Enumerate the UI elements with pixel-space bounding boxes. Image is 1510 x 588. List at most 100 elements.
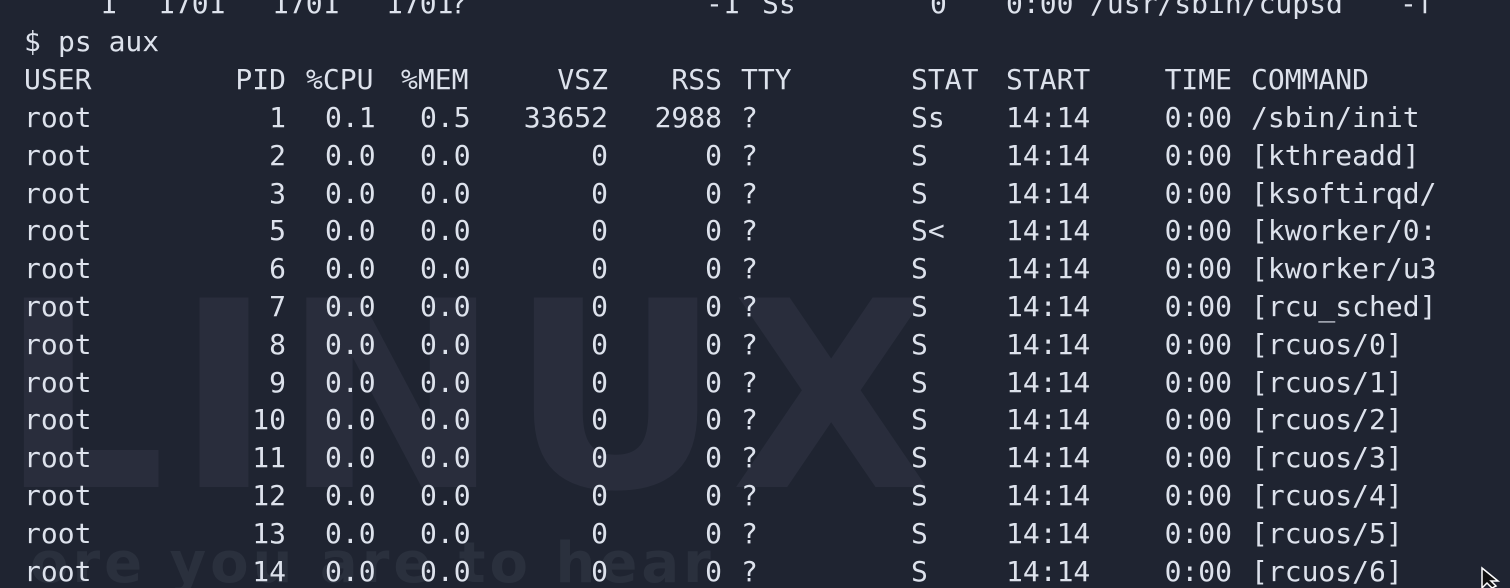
cell-stat: S (911, 176, 928, 210)
cell-command: [rcuos/6] (1251, 554, 1403, 588)
prev-tpgid: -1 (706, 0, 740, 20)
cell-tty: ? (741, 516, 758, 550)
table-row: root 11 0.0 0.0 0 0? S 14:14 0:00 [rcuos/3] (24, 440, 1510, 476)
cell-rss: 0 (705, 365, 722, 399)
table-row: root 13 0.0 0.0 0 0? S 14:14 0:00 [rcuos/5] (24, 516, 1510, 552)
cell-command: [kworker/u3 (1251, 252, 1437, 286)
cell-stat: S (911, 138, 928, 172)
header-rss: RSS (671, 63, 722, 96)
cell-mem: 0.0 (420, 214, 471, 248)
prev-tty: ? (450, 0, 467, 20)
cell-vsz: 0 (591, 214, 608, 248)
terminal-window[interactable]: LINUX ore you are to hear 1 1701 1701 17… (0, 0, 1510, 588)
cell-tty: ? (741, 479, 758, 512)
cell-rss: 0 (705, 403, 722, 437)
table-row: root 10 0.0 0.0 0 0? S 14:14 0:00 [rcuos/2] (24, 402, 1510, 438)
cell-mem: 0.0 (420, 479, 471, 512)
table-row: root 7 0.0 0.0 0 0? S 14:14 0:00 [rcu_sched] (24, 289, 1510, 325)
prompt-symbol: $ (24, 25, 41, 58)
cell-cpu: 0.0 (325, 441, 376, 475)
cell-user: root (24, 441, 92, 475)
prompt-line: $ ps aux (24, 24, 1510, 60)
cell-vsz: 0 (591, 479, 608, 512)
cell-command: [rcuos/0] (1251, 327, 1403, 361)
prev-uid2: 0 (930, 0, 947, 20)
cell-stat: S (911, 290, 928, 323)
cell-pid: 1 (269, 101, 286, 134)
cell-start: 14:14 (1006, 365, 1091, 399)
cell-mem: 0.0 (420, 252, 471, 286)
prev-sid: 1701 (272, 0, 340, 20)
cell-command: [kworker/0: (1251, 214, 1437, 248)
cell-cpu: 0.0 (325, 176, 376, 210)
cell-start: 14:14 (1006, 516, 1091, 550)
header-command: COMMAND (1251, 63, 1370, 96)
cell-pid: 13 (252, 516, 286, 550)
cell-user: root (24, 403, 92, 437)
table-row: root 3 0.0 0.0 0 0? S 14:14 0:00 [ksoftirqd/ (24, 176, 1510, 212)
cell-time: 0:00 (1164, 441, 1232, 475)
cell-vsz: 0 (591, 290, 608, 323)
cell-tty: ? (741, 327, 758, 361)
cell-cpu: 0.0 (325, 252, 376, 286)
cell-command: [rcuos/4] (1251, 479, 1403, 512)
cell-mem: 0.0 (420, 176, 471, 210)
cell-time: 0:00 (1164, 327, 1232, 361)
prev-arg: -f (1400, 0, 1434, 20)
cell-pid: 12 (252, 479, 286, 512)
cell-time: 0:00 (1164, 176, 1232, 210)
cell-stat: S (911, 479, 928, 512)
cell-vsz: 0 (591, 138, 608, 172)
cell-user: root (24, 554, 92, 588)
cell-command: [rcu_sched] (1251, 290, 1437, 323)
cell-tty: ? (741, 441, 758, 475)
cell-mem: 0.0 (420, 327, 471, 361)
cell-pid: 2 (269, 138, 286, 172)
cell-time: 0:00 (1164, 554, 1232, 588)
table-row: root 9 0.0 0.0 0 0? S 14:14 0:00 [rcuos/1] (24, 365, 1510, 401)
cell-time: 0:00 (1164, 403, 1232, 437)
header-user: USER (24, 63, 92, 96)
header-time: TIME (1164, 63, 1232, 96)
cell-time: 0:00 (1164, 479, 1232, 512)
cell-rss: 0 (705, 479, 722, 512)
cell-tty: ? (741, 403, 758, 437)
cell-tty: ? (741, 214, 758, 248)
cell-cpu: 0.0 (325, 327, 376, 361)
cell-user: root (24, 479, 92, 512)
cell-stat: S (911, 365, 928, 399)
cell-stat: S (911, 441, 928, 475)
cell-rss: 0 (705, 252, 722, 286)
cell-user: root (24, 290, 92, 323)
cell-rss: 0 (705, 138, 722, 172)
cell-command: [rcuos/5] (1251, 516, 1403, 550)
cell-vsz: 0 (591, 403, 608, 437)
cell-stat: S< (911, 214, 945, 248)
cell-start: 14:14 (1006, 441, 1091, 475)
cell-rss: 0 (705, 327, 722, 361)
cell-user: root (24, 176, 92, 210)
cell-time: 0:00 (1164, 138, 1232, 172)
cell-command: [rcuos/1] (1251, 365, 1403, 399)
header-mem: %MEM (401, 63, 469, 96)
cell-tty: ? (741, 554, 758, 588)
table-row: root 2 0.0 0.0 0 0? S 14:14 0:00 [kthreadd] (24, 138, 1510, 174)
cell-command: [ksoftirqd/ (1251, 176, 1437, 210)
cell-start: 14:14 (1006, 479, 1091, 512)
cell-mem: 0.5 (420, 101, 471, 134)
table-row: root 8 0.0 0.0 0 0? S 14:14 0:00 [rcuos/0] (24, 327, 1510, 363)
cell-user: root (24, 327, 92, 361)
cell-start: 14:14 (1006, 403, 1091, 437)
cell-rss: 0 (705, 554, 722, 588)
cell-vsz: 0 (591, 327, 608, 361)
cell-start: 14:14 (1006, 290, 1091, 323)
cell-mem: 0.0 (420, 290, 471, 323)
cell-tty: ? (741, 138, 758, 172)
cell-tty: ? (741, 101, 758, 134)
header-vsz: VSZ (557, 63, 608, 96)
cell-vsz: 0 (591, 554, 608, 588)
cell-tty: ? (741, 176, 758, 210)
cell-cpu: 0.0 (325, 290, 376, 323)
cell-cpu: 0.0 (325, 365, 376, 399)
cell-cpu: 0.0 (325, 516, 376, 550)
